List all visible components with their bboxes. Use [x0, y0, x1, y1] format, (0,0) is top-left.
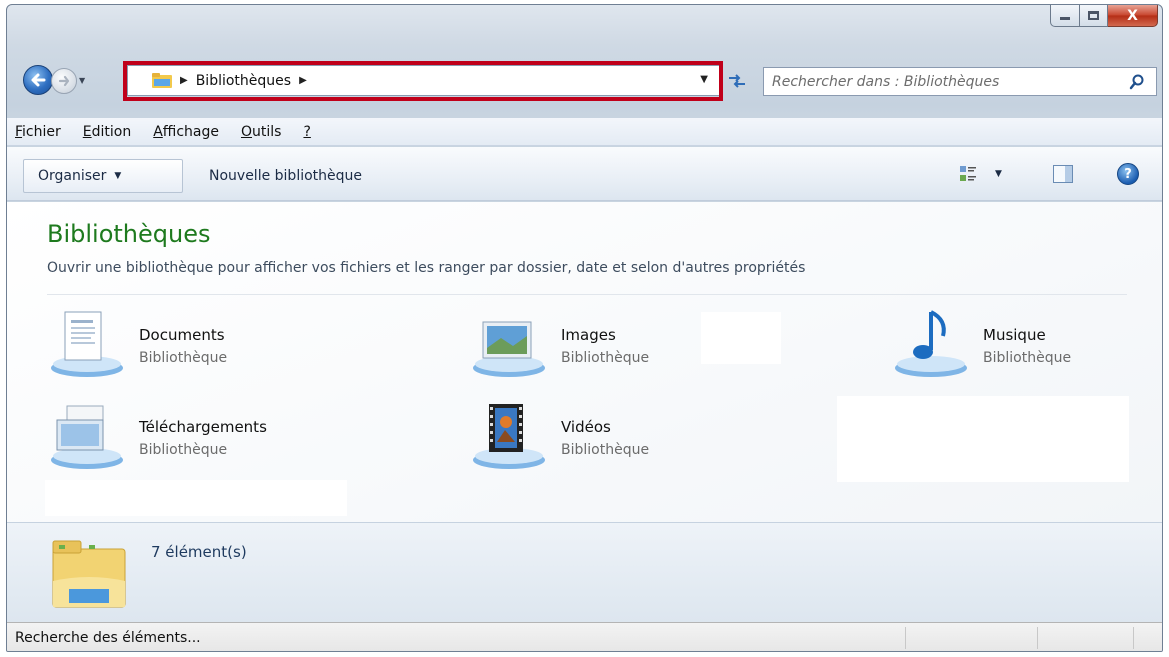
organize-button[interactable]: Organiser ▼: [23, 159, 183, 193]
status-separator: [1133, 627, 1134, 649]
forward-button[interactable]: [51, 68, 77, 94]
refresh-icon: [729, 74, 745, 88]
breadcrumb-libraries[interactable]: Bibliothèques: [196, 73, 291, 89]
menu-view-label: ffichage: [162, 123, 219, 140]
command-bar: Organiser ▼ Nouvelle bibliothèque ▼ ?: [7, 147, 1162, 201]
back-button[interactable]: [23, 65, 53, 95]
search-box[interactable]: Rechercher dans : Bibliothèques: [763, 67, 1157, 96]
address-dropdown-icon[interactable]: ▼: [700, 74, 708, 85]
library-type: Bibliothèque: [983, 350, 1072, 366]
page-subtitle: Ouvrir une bibliothèque pour afficher vo…: [47, 260, 806, 276]
library-images[interactable]: Images Bibliothèque: [469, 306, 649, 382]
blank-area: [837, 396, 1129, 482]
change-view-icon[interactable]: [959, 165, 977, 183]
maximize-button[interactable]: [1080, 5, 1108, 27]
status-separator: [1037, 627, 1038, 649]
explorer-window: X ▼ ▶ Bibliothèques ▶ ▼ Rechercher dans …: [6, 4, 1163, 652]
new-library-button[interactable]: Nouvelle bibliothèque: [209, 168, 362, 184]
library-name: Téléchargements: [139, 418, 267, 436]
menu-tools[interactable]: Outils: [241, 124, 281, 140]
blank-area: [45, 480, 347, 516]
library-documents[interactable]: Documents Bibliothèque: [47, 306, 227, 382]
blank-area: [701, 312, 781, 364]
organize-label: Organiser: [38, 168, 107, 184]
page-title: Bibliothèques: [47, 220, 211, 248]
menu-help[interactable]: ?: [303, 124, 310, 140]
recent-pages-dropdown[interactable]: ▼: [79, 77, 87, 85]
item-count: 7 élément(s): [151, 543, 247, 561]
search-input[interactable]: Rechercher dans : Bibliothèques: [772, 74, 1126, 90]
menu-file-accelerator: F: [15, 123, 23, 140]
images-library-icon: [473, 321, 545, 377]
status-bar: Recherche des éléments...: [7, 622, 1162, 651]
menu-file-label: ichier: [22, 123, 61, 140]
library-videos[interactable]: Vidéos Bibliothèque: [469, 398, 649, 474]
menu-edit[interactable]: Edition: [83, 124, 131, 140]
maximize-icon: [1088, 11, 1099, 20]
menu-tools-accelerator: O: [240, 123, 253, 140]
music-library-icon: [895, 310, 967, 377]
back-arrow-icon: [31, 73, 46, 87]
divider: [47, 294, 1127, 295]
menu-file[interactable]: Fichier: [15, 124, 61, 140]
library-name: Images: [561, 326, 616, 344]
menu-help-accelerator: ?: [303, 123, 311, 140]
library-downloads[interactable]: Téléchargements Bibliothèque: [47, 398, 267, 474]
downloads-library-icon: [51, 405, 123, 469]
status-text: Recherche des éléments...: [15, 630, 201, 646]
breadcrumb-separator-icon[interactable]: ▶: [180, 75, 188, 86]
library-music[interactable]: Musique Bibliothèque: [891, 306, 1071, 382]
menu-view-accelerator: A: [153, 123, 163, 140]
menu-edit-accelerator: E: [82, 123, 92, 140]
menu-bar: Fichier Edition Affichage Outils ?: [7, 118, 1162, 146]
documents-library-icon: [51, 311, 123, 377]
breadcrumb-separator-icon[interactable]: ▶: [299, 75, 307, 86]
library-name: Musique: [983, 326, 1046, 344]
library-type: Bibliothèque: [561, 442, 650, 458]
chevron-down-icon: ▼: [114, 171, 122, 181]
refresh-button[interactable]: [725, 71, 749, 91]
help-button[interactable]: ?: [1117, 163, 1139, 185]
address-bar[interactable]: ▶ Bibliothèques ▶ ▼: [127, 65, 723, 96]
close-icon: X: [1127, 7, 1138, 24]
library-type: Bibliothèque: [561, 350, 650, 366]
search-icon[interactable]: [1126, 71, 1148, 93]
menu-tools-label: utils: [252, 123, 282, 140]
libraries-folder-icon: [52, 540, 126, 608]
minimize-icon: [1060, 17, 1070, 20]
forward-arrow-icon: [58, 75, 70, 87]
libraries-folder-icon: [152, 73, 172, 88]
close-button[interactable]: X: [1108, 5, 1158, 27]
menu-view[interactable]: Affichage: [153, 124, 219, 140]
library-type: Bibliothèque: [139, 442, 228, 458]
details-pane: 7 élément(s): [7, 522, 1162, 622]
preview-pane-button[interactable]: [1053, 165, 1073, 183]
view-options-dropdown-icon[interactable]: ▼: [995, 169, 1002, 179]
navigation-bar: ▼ ▶ Bibliothèques ▶ ▼ Rechercher dans : …: [7, 61, 1162, 101]
libraries-content: Bibliothèques Ouvrir une bibliothèque po…: [7, 202, 1162, 522]
library-name: Vidéos: [561, 418, 611, 436]
videos-library-icon: [473, 404, 545, 469]
minimize-button[interactable]: [1050, 5, 1080, 27]
library-type: Bibliothèque: [139, 350, 228, 366]
library-name: Documents: [139, 326, 225, 344]
caption-buttons: X: [1050, 5, 1158, 27]
menu-edit-label: dition: [91, 123, 132, 140]
status-separator: [905, 627, 906, 649]
